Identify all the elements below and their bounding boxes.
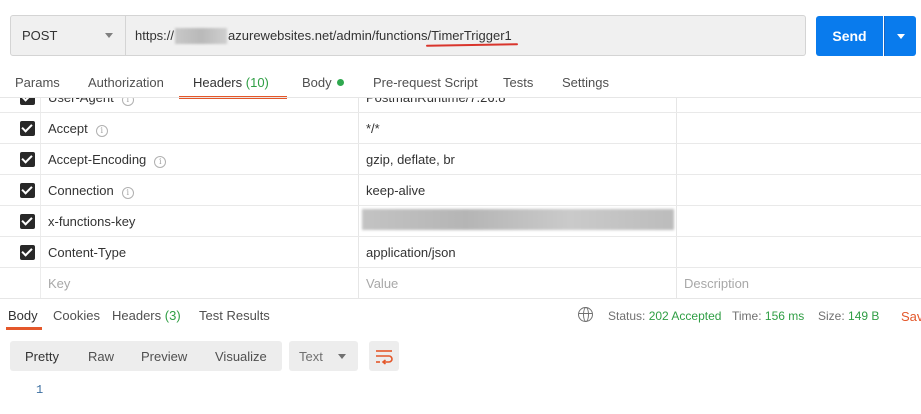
- url-path: azurewebsites.net/admin/functions/: [228, 28, 432, 43]
- info-icon[interactable]: i: [154, 156, 167, 168]
- tab-body[interactable]: Body: [302, 75, 344, 90]
- view-visualize[interactable]: Visualize: [215, 349, 267, 364]
- header-value: gzip, deflate, br: [366, 152, 455, 167]
- table-row: Content-Type application/json: [0, 237, 921, 268]
- tab-body-label: Body: [302, 75, 332, 90]
- chevron-down-icon: [897, 34, 905, 39]
- description-input[interactable]: Description: [684, 276, 749, 291]
- header-key: Content-Type: [48, 245, 127, 260]
- info-icon[interactable]: i: [121, 98, 134, 106]
- tab-headers[interactable]: Headers (10): [193, 75, 269, 90]
- header-value: keep-alive: [366, 183, 426, 198]
- tab-tests[interactable]: Tests: [503, 75, 533, 90]
- new-header-row: Key Value Description: [0, 268, 921, 298]
- header-key-text: Accept: [48, 121, 88, 136]
- header-key-text: Accept-Encoding: [48, 152, 147, 167]
- size-label: Size:: [818, 309, 845, 323]
- size-value[interactable]: 149 B: [848, 309, 879, 323]
- tab-authorization[interactable]: Authorization: [88, 75, 164, 90]
- tab-headers-count: (10): [245, 75, 269, 90]
- body-indicator-dot: [336, 79, 344, 86]
- wrap-lines-button[interactable]: [369, 341, 399, 371]
- tab-response-headers-label: Headers: [112, 308, 162, 323]
- headers-table: User-Agent i PostmanRuntime/7.26.8 Accept…: [0, 97, 921, 298]
- time-readout: Time: 156 ms: [732, 309, 804, 323]
- row-checkbox[interactable]: [20, 98, 35, 105]
- info-icon[interactable]: i: [95, 125, 108, 137]
- tab-response-body[interactable]: Body: [8, 308, 38, 323]
- method-label: POST: [22, 28, 58, 43]
- line-number: 1: [36, 383, 44, 397]
- header-key-text: User-Agent: [48, 97, 114, 105]
- method-select[interactable]: POST: [10, 15, 126, 56]
- tab-response-headers[interactable]: Headers (3): [112, 308, 181, 323]
- wrap-lines-icon: [376, 350, 393, 365]
- redacted-host: [175, 27, 228, 44]
- request-tabs: Params Authorization Headers (10) Body P…: [0, 70, 921, 98]
- redacted-value: [362, 209, 674, 230]
- header-key: Accept-Encoding i: [48, 152, 167, 168]
- time-value[interactable]: 156 ms: [765, 309, 804, 323]
- format-label: Text: [299, 349, 323, 364]
- annotation-underline: [425, 43, 519, 47]
- row-checkbox[interactable]: [20, 121, 35, 136]
- row-checkbox[interactable]: [20, 183, 35, 198]
- header-key: Accept i: [48, 121, 108, 137]
- header-key: Connection i: [48, 183, 134, 199]
- globe-icon[interactable]: [578, 307, 593, 322]
- format-select[interactable]: Text: [289, 341, 358, 371]
- tab-pre-request-script[interactable]: Pre-request Script: [373, 75, 478, 90]
- header-key-text: Connection: [48, 183, 114, 198]
- send-button[interactable]: Send: [816, 16, 883, 56]
- row-checkbox[interactable]: [20, 214, 35, 229]
- table-row: x-functions-key: [0, 206, 921, 237]
- table-row: Accept-Encoding i gzip, deflate, br: [0, 144, 921, 175]
- status-value[interactable]: 202 Accepted: [649, 309, 722, 323]
- view-preview[interactable]: Preview: [141, 349, 187, 364]
- active-response-tab-indicator: [6, 327, 42, 330]
- tab-headers-label: Headers: [193, 75, 243, 90]
- size-readout: Size: 149 B: [818, 309, 879, 323]
- value-input[interactable]: Value: [366, 276, 398, 291]
- header-value: application/json: [366, 245, 456, 260]
- header-value: PostmanRuntime/7.26.8: [366, 97, 506, 105]
- tab-params[interactable]: Params: [15, 75, 60, 90]
- header-key: User-Agent i: [48, 97, 134, 106]
- table-row: Accept i */*: [0, 113, 921, 144]
- view-pretty[interactable]: Pretty: [25, 349, 59, 364]
- row-checkbox[interactable]: [20, 152, 35, 167]
- status-readout: Status: 202 Accepted: [608, 309, 721, 323]
- table-row: User-Agent i PostmanRuntime/7.26.8: [0, 97, 921, 113]
- row-checkbox[interactable]: [20, 245, 35, 260]
- url-input[interactable]: https:// azurewebsites.net/admin/function…: [126, 15, 806, 56]
- header-key: x-functions-key: [48, 214, 136, 229]
- send-options-button[interactable]: [884, 16, 916, 56]
- chevron-down-icon: [105, 33, 113, 38]
- key-input[interactable]: Key: [48, 276, 70, 291]
- status-label: Status:: [608, 309, 646, 323]
- save-response-button[interactable]: Sav: [901, 309, 921, 324]
- response-view-toggle: Pretty Raw Preview Visualize: [10, 341, 282, 371]
- tab-response-headers-count: (3): [164, 308, 181, 323]
- view-raw[interactable]: Raw: [88, 349, 114, 364]
- table-row: Connection i keep-alive: [0, 175, 921, 206]
- info-icon[interactable]: i: [121, 187, 134, 199]
- url-function-name: TimerTrigger1: [431, 28, 512, 43]
- time-label: Time:: [732, 309, 762, 323]
- tab-test-results[interactable]: Test Results: [199, 308, 270, 323]
- header-value: */*: [366, 121, 380, 136]
- tab-cookies[interactable]: Cookies: [53, 308, 100, 323]
- tab-settings[interactable]: Settings: [562, 75, 609, 90]
- chevron-down-icon: [338, 354, 346, 359]
- url-prefix: https://: [135, 28, 175, 43]
